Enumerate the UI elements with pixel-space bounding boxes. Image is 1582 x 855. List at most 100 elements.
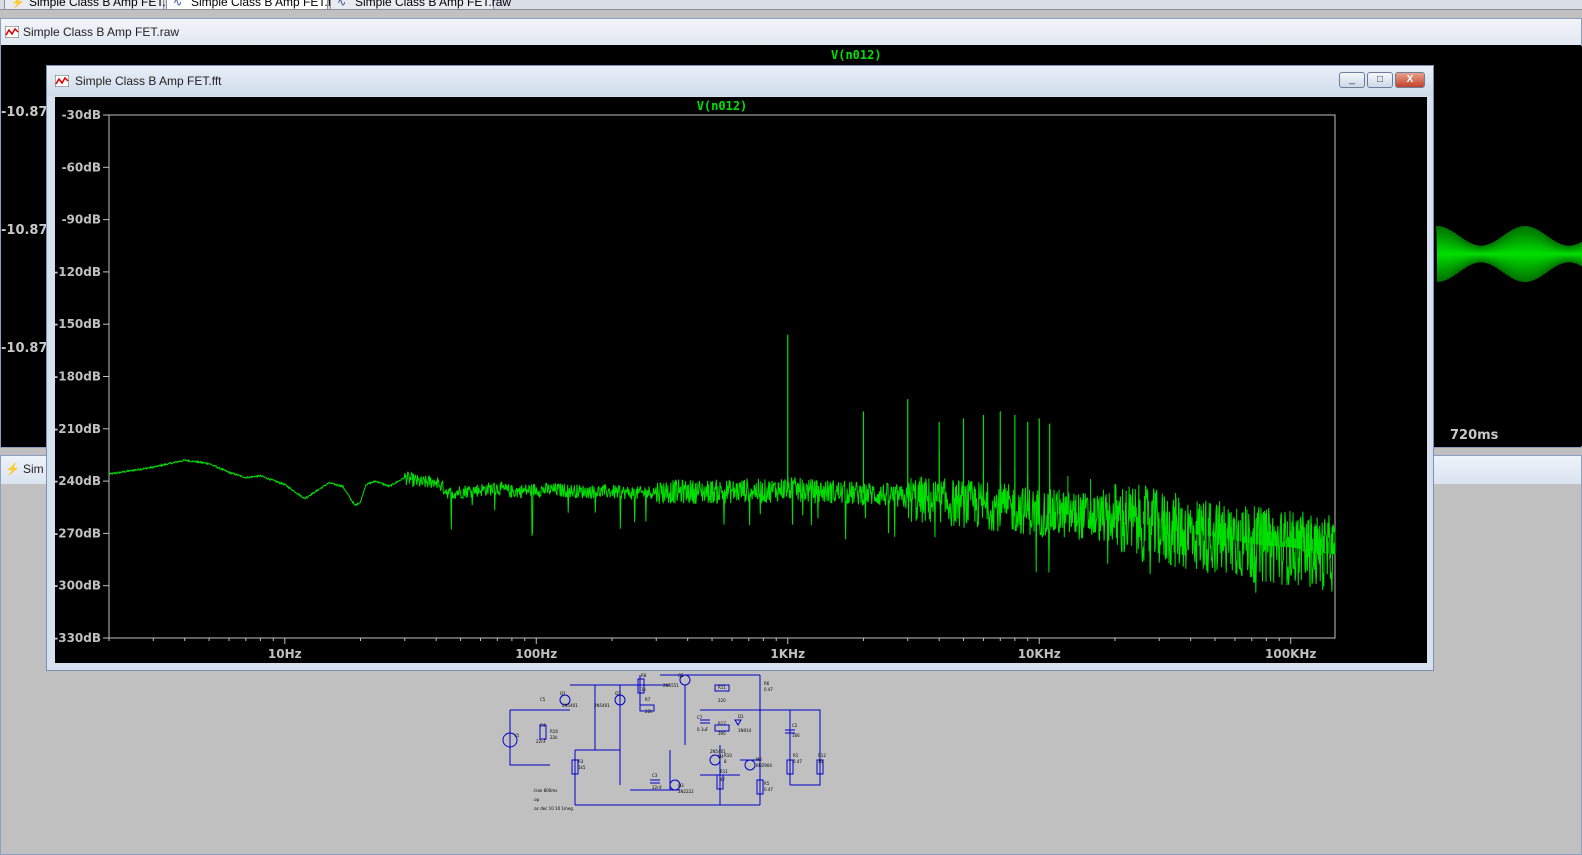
x-tick-label: 100Hz bbox=[515, 647, 557, 661]
component-label: C5 bbox=[540, 697, 546, 702]
schematic-icon: ⚡ bbox=[5, 462, 20, 476]
component-label: Q3 bbox=[678, 783, 684, 788]
mosfet-symbol[interactable] bbox=[744, 759, 756, 771]
component-label: 2N5401 bbox=[594, 703, 610, 708]
waveform-icon: ∿ bbox=[337, 0, 347, 9]
component-label: 166 bbox=[792, 733, 800, 738]
component-label: 220 bbox=[718, 698, 726, 703]
y-tick-label: -210dB bbox=[55, 422, 101, 436]
x-tick-label: 1KHz bbox=[770, 647, 805, 661]
y-tick-label: -180dB bbox=[55, 370, 101, 384]
component-label: R8 bbox=[641, 673, 647, 678]
raw-window-title: Simple Class B Amp FET.raw bbox=[23, 25, 180, 39]
component-label: 1N914 bbox=[738, 728, 752, 733]
component-label: 22nF bbox=[652, 785, 663, 790]
component-label: C4 bbox=[540, 723, 546, 728]
component-label: C3 bbox=[652, 773, 658, 778]
component-label: R11 bbox=[718, 685, 726, 690]
y-tick-label: -300dB bbox=[55, 579, 101, 593]
diode-symbol[interactable] bbox=[734, 719, 742, 726]
component-label: 2N2222 bbox=[678, 789, 694, 794]
component-label: Q1 bbox=[560, 691, 566, 696]
component-label: 10 bbox=[818, 759, 824, 764]
component-label: 47 bbox=[720, 777, 726, 782]
schematic-window-title: Sim bbox=[23, 462, 44, 476]
raw-window-titlebar[interactable]: Simple Class B Amp FET.raw bbox=[1, 19, 1581, 45]
fft-window-title: Simple Class B Amp FET.fft bbox=[75, 74, 222, 88]
window-controls: _ □ X bbox=[1339, 72, 1425, 88]
component-label: 0.47 bbox=[764, 787, 773, 792]
component-label: 2N5551 bbox=[663, 683, 679, 688]
y-tick-label: -120dB bbox=[55, 265, 101, 279]
component-label: Q2 bbox=[615, 691, 621, 696]
component-label: R17 bbox=[718, 721, 726, 726]
circuit-schematic[interactable]: Q1 2N5401 Q2 2N5401 Q3 2N2222 Q4 2N5401 … bbox=[500, 665, 840, 825]
raw-y-tick: -10.87 bbox=[1, 223, 48, 238]
fft-window-titlebar[interactable]: Simple Class B Amp FET.fft _ □ X bbox=[47, 66, 1433, 96]
y-tick-label: -60dB bbox=[62, 160, 101, 174]
component-label: R5 bbox=[764, 781, 770, 786]
waveform-icon bbox=[55, 75, 69, 87]
component-label: 0.47 bbox=[793, 759, 802, 764]
component-label: 0.47 bbox=[764, 687, 773, 692]
tab-raw[interactable]: ∿ Simple Class B Amp FET.raw bbox=[330, 0, 511, 9]
component-label: 390 bbox=[718, 731, 726, 736]
tab-fft[interactable]: ∿ Simple Class B Amp FET.fft bbox=[166, 0, 338, 9]
component-label: R12 bbox=[818, 753, 826, 758]
component-label: R10 bbox=[724, 753, 732, 758]
component-label: R11 bbox=[720, 769, 728, 774]
tab-label: Simple Class B Amp FET.asc bbox=[29, 0, 185, 9]
component-label: BUZ904 bbox=[756, 763, 772, 768]
spice-directive[interactable]: .op bbox=[533, 797, 540, 802]
maximize-button[interactable]: □ bbox=[1367, 72, 1393, 88]
component-label: 22k bbox=[550, 735, 558, 740]
tab-label: Simple Class B Amp FET.fft bbox=[191, 0, 338, 9]
component-label: R1 bbox=[793, 753, 799, 758]
component-label: R3 bbox=[578, 759, 584, 764]
component-label: V1 bbox=[514, 733, 520, 738]
y-tick-label: -330dB bbox=[55, 631, 101, 645]
close-button[interactable]: X bbox=[1395, 72, 1425, 88]
component-label: 22k bbox=[645, 709, 653, 714]
raw-trace-label[interactable]: V(n012) bbox=[831, 48, 882, 62]
raw-y-tick: -10.87 bbox=[1, 105, 48, 120]
component-label: Q5 bbox=[678, 673, 684, 678]
component-label: C2 bbox=[792, 723, 798, 728]
raw-y-tick: -10.87 bbox=[1, 341, 48, 356]
component-label: R6 bbox=[764, 681, 770, 686]
y-tick-label: -270dB bbox=[55, 526, 101, 540]
y-tick-label: -150dB bbox=[55, 317, 101, 331]
component-label: M2 bbox=[756, 757, 762, 762]
component-label: 8 bbox=[724, 759, 727, 764]
x-tick-label: 100KHz bbox=[1265, 647, 1316, 661]
tab-schematic[interactable]: ⚡ Simple Class B Amp FET.asc bbox=[4, 0, 184, 9]
spice-directive[interactable]: .ac dec 10 10 1meg bbox=[533, 806, 573, 811]
x-tick-label: 10Hz bbox=[268, 647, 302, 661]
document-tab-bar: ⚡ Simple Class B Amp FET.asc ∿ Simple Cl… bbox=[0, 0, 1582, 10]
component-label: 1k5 bbox=[578, 765, 586, 770]
fft-plot-pane[interactable]: -30dB -60dB -90dB -120dB -150dB -180dB -210dB -… bbox=[55, 97, 1427, 663]
component-label: 2N5401 bbox=[562, 703, 578, 708]
component-label: D1 bbox=[738, 714, 744, 719]
fft-chart[interactable]: -30dB -60dB -90dB -120dB -150dB -180dB -210dB -… bbox=[55, 97, 1427, 663]
component-label: 22nF bbox=[536, 739, 547, 744]
waveform-icon bbox=[5, 26, 19, 38]
raw-x-tick: 720ms bbox=[1450, 428, 1499, 443]
component-label: C7 bbox=[697, 715, 703, 720]
waveform-icon: ∿ bbox=[173, 0, 183, 9]
schematic-icon: ⚡ bbox=[11, 0, 25, 9]
component-label: 1k bbox=[641, 687, 647, 692]
component-label: R7 bbox=[645, 697, 651, 702]
fft-window[interactable]: Simple Class B Amp FET.fft _ □ X -30dB -6… bbox=[46, 65, 1434, 671]
plot-frame bbox=[108, 114, 1336, 639]
tab-label: Simple Class B Amp FET.raw bbox=[355, 0, 512, 9]
y-tick-label: -240dB bbox=[55, 474, 101, 488]
component-label: R16 bbox=[550, 729, 558, 734]
x-tick-label: 10KHz bbox=[1018, 647, 1061, 661]
minimize-button[interactable]: _ bbox=[1339, 72, 1365, 88]
trace-label[interactable]: V(n012) bbox=[697, 99, 748, 113]
y-tick-label: -90dB bbox=[62, 213, 101, 227]
component-label: 0.1uF bbox=[697, 727, 709, 732]
spice-directive[interactable]: .tran 800ms bbox=[533, 788, 557, 793]
fft-trace-line bbox=[108, 458, 1336, 593]
